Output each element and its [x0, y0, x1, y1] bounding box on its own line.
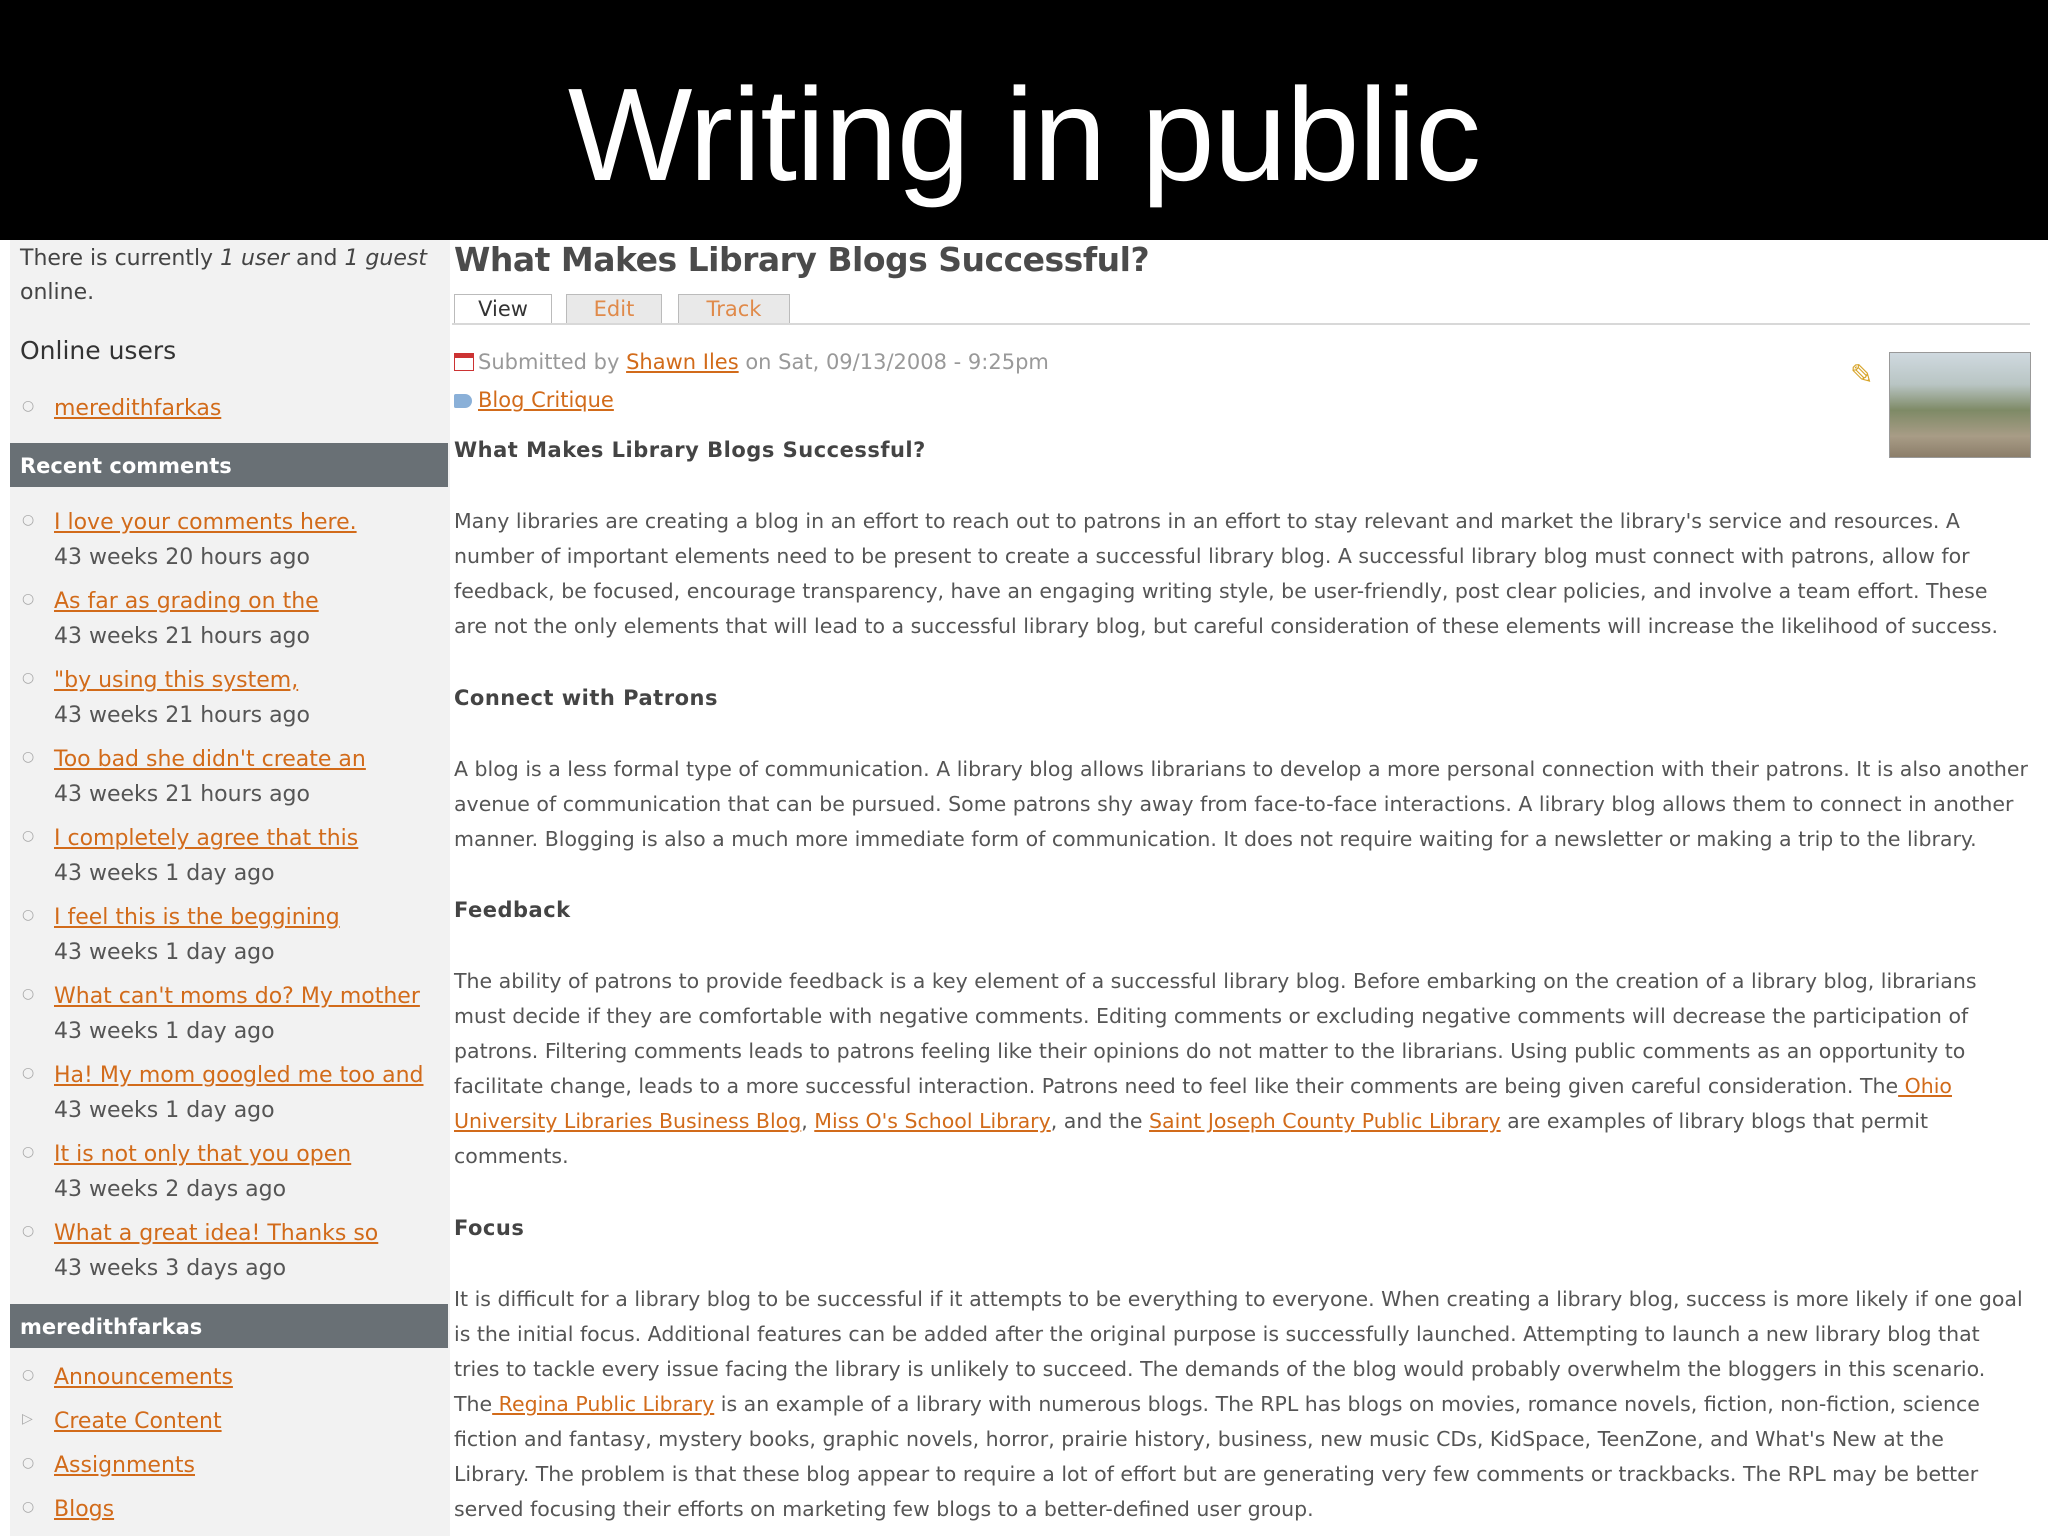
- article-title: What Makes Library Blogs Successful?: [454, 240, 1150, 279]
- saint-joseph-library-link[interactable]: Saint Joseph County Public Library: [1149, 1109, 1501, 1133]
- tag-icon: [454, 394, 472, 408]
- bullet-icon: ○: [22, 398, 35, 414]
- focus-paragraph: It is difficult for a library blog to be…: [454, 1287, 2023, 1521]
- recent-comment-time: 43 weeks 3 days ago: [54, 1256, 287, 1281]
- online-status-text: There is currently 1 user and 1 guest: [20, 246, 427, 271]
- tag-link[interactable]: Blog Critique: [478, 388, 614, 412]
- recent-comment-link[interactable]: What a great idea! Thanks so: [54, 1221, 378, 1246]
- tab-track[interactable]: Track: [678, 294, 790, 323]
- article-subtitle: What Makes Library Blogs Successful?: [454, 438, 926, 462]
- slide-title-bar: Writing in public: [0, 0, 2048, 240]
- recent-comment-time: 43 weeks 1 day ago: [54, 1098, 275, 1123]
- menu-assignments[interactable]: Assignments: [54, 1453, 195, 1478]
- expand-arrow-icon: ▷: [22, 1411, 33, 1427]
- ohio-library-link[interactable]: Ohio: [1898, 1074, 1952, 1098]
- menu-announcements[interactable]: Announcements: [54, 1365, 233, 1390]
- bullet-icon: ○: [22, 512, 35, 528]
- recent-comment-link[interactable]: I feel this is the beggining: [54, 905, 340, 930]
- bullet-icon: ○: [22, 1455, 35, 1471]
- bullet-icon: ○: [22, 1367, 35, 1383]
- author-photo: [1889, 352, 2031, 458]
- online-user-link[interactable]: meredithfarkas: [54, 396, 221, 421]
- calendar-icon: [454, 353, 474, 371]
- tab-view[interactable]: View: [454, 294, 552, 325]
- online-users-count: 1 user: [220, 246, 290, 271]
- recent-comment-time: 43 weeks 1 day ago: [54, 861, 275, 886]
- pencil-icon[interactable]: ✎: [1850, 358, 1873, 391]
- bullet-icon: ○: [22, 1223, 35, 1239]
- submitted-line: Submitted by Shawn Iles on Sat, 09/13/20…: [454, 350, 1049, 374]
- section-heading-connect: Connect with Patrons: [454, 686, 718, 710]
- miss-o-library-link[interactable]: Miss O's School Library: [814, 1109, 1050, 1133]
- ohio-library-link-cont[interactable]: University Libraries Business Blog: [454, 1109, 801, 1133]
- recent-comment-link[interactable]: What can't moms do? My mother: [54, 984, 420, 1009]
- bullet-icon: ○: [22, 986, 35, 1002]
- bullet-icon: ○: [22, 749, 35, 765]
- recent-comment-link[interactable]: It is not only that you open: [54, 1142, 351, 1167]
- slide-title: Writing in public: [567, 61, 1481, 208]
- tag-line: Blog Critique: [454, 388, 614, 412]
- recent-comment-time: 43 weeks 21 hours ago: [54, 782, 310, 807]
- tab-edit[interactable]: Edit: [566, 294, 662, 323]
- bullet-icon: ○: [22, 670, 35, 686]
- tabs-divider: [452, 323, 2030, 325]
- regina-library-link[interactable]: Regina Public Library: [492, 1392, 715, 1416]
- bullet-icon: ○: [22, 1065, 35, 1081]
- bullet-icon: ○: [22, 591, 35, 607]
- user-menu-header: meredithfarkas: [10, 1304, 448, 1348]
- feedback-paragraph: The ability of patrons to provide feedba…: [454, 969, 1977, 1168]
- intro-paragraph: Many libraries are creating a blog in an…: [454, 509, 1999, 638]
- connect-paragraph: A blog is a less formal type of communic…: [454, 757, 2028, 851]
- menu-create-content[interactable]: Create Content: [54, 1409, 222, 1434]
- section-heading-feedback: Feedback: [454, 898, 571, 922]
- online-guests-count: 1 guest: [344, 246, 427, 271]
- recent-comment-time: 43 weeks 1 day ago: [54, 940, 275, 965]
- bullet-icon: ○: [22, 828, 35, 844]
- recent-comments-header: Recent comments: [10, 443, 448, 487]
- recent-comment-link[interactable]: I love your comments here.: [54, 510, 357, 535]
- section-heading-focus: Focus: [454, 1216, 525, 1240]
- author-link[interactable]: Shawn Iles: [626, 350, 739, 374]
- recent-comment-link[interactable]: As far as grading on the: [54, 589, 319, 614]
- recent-comment-link[interactable]: "by using this system,: [54, 668, 298, 693]
- recent-comment-link[interactable]: Too bad she didn't create an: [54, 747, 366, 772]
- online-status-text-line2: online.: [20, 280, 95, 305]
- recent-comment-time: 43 weeks 2 days ago: [54, 1177, 287, 1202]
- recent-comment-time: 43 weeks 20 hours ago: [54, 545, 310, 570]
- online-users-heading: Online users: [20, 336, 177, 365]
- recent-comment-time: 43 weeks 21 hours ago: [54, 703, 310, 728]
- bullet-icon: ○: [22, 907, 35, 923]
- bullet-icon: ○: [22, 1499, 35, 1515]
- recent-comment-time: 43 weeks 21 hours ago: [54, 624, 310, 649]
- article-content: What Makes Library Blogs Successful? Vie…: [452, 240, 2048, 1536]
- sidebar: There is currently 1 user and 1 guest on…: [10, 240, 450, 1536]
- menu-blogs[interactable]: Blogs: [54, 1497, 114, 1522]
- recent-comment-link[interactable]: Ha! My mom googled me too and: [54, 1063, 424, 1088]
- recent-comment-time: 43 weeks 1 day ago: [54, 1019, 275, 1044]
- recent-comment-link[interactable]: I completely agree that this: [54, 826, 358, 851]
- bullet-icon: ○: [22, 1144, 35, 1160]
